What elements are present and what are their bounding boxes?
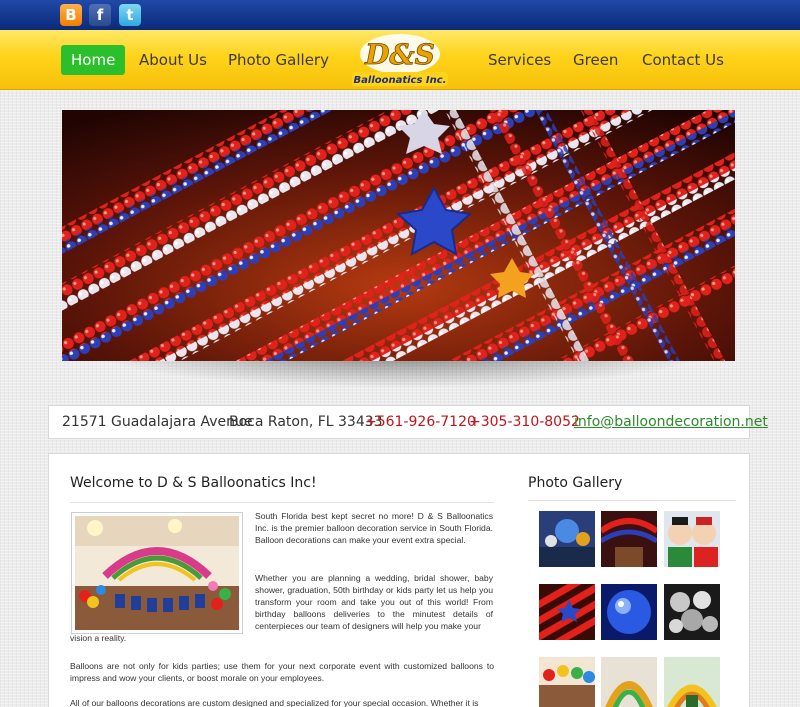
contact-info-bar: 21571 Guadalajara Avenue Boca Raton, FL … <box>48 405 768 439</box>
intro-paragraph: South Florida best kept secret no more! … <box>255 511 493 545</box>
site-logo[interactable]: D&S Balloonatics Inc. <box>350 32 450 88</box>
welcome-divider <box>70 502 494 503</box>
logo-mark: D&S <box>364 38 435 71</box>
twitter-icon[interactable]: t <box>119 4 141 26</box>
corporate-paragraph: Balloons are not only for kids parties; … <box>70 661 494 683</box>
custom-paragraph: All of our balloons decorations are cust… <box>70 698 479 707</box>
welcome-heading: Welcome to D & S Balloonatics Inc! <box>70 475 317 491</box>
nav-photo-gallery[interactable]: Photo Gallery <box>228 45 329 75</box>
gallery-thumb[interactable] <box>539 511 595 567</box>
phone-link-2[interactable]: +305-310-8052 <box>469 406 580 438</box>
nav-contact-us[interactable]: Contact Us <box>642 45 724 75</box>
top-social-bar: B f t <box>0 0 800 30</box>
nav-services[interactable]: Services <box>488 45 551 75</box>
gallery-thumb[interactable] <box>601 584 657 640</box>
gallery-thumb[interactable] <box>539 657 595 707</box>
city-address: Boca Raton, FL 33433 <box>229 414 383 430</box>
hero-banner-image <box>62 110 735 361</box>
gallery-divider <box>528 500 736 501</box>
email-link[interactable]: info@balloondecoration.net <box>574 406 768 438</box>
content-panel: Welcome to D & S Balloonatics Inc! South… <box>48 453 750 707</box>
venue-photo <box>71 512 243 634</box>
gallery-thumb[interactable] <box>601 511 657 567</box>
street-address: 21571 Guadalajara Avenue <box>62 414 253 430</box>
blogger-icon[interactable]: B <box>60 4 82 26</box>
planning-paragraph: Whether you are planning a wedding, brid… <box>255 573 493 631</box>
gallery-thumb[interactable] <box>664 584 720 640</box>
phone-link-1[interactable]: +561-926-7120 <box>365 406 476 438</box>
gallery-thumb[interactable] <box>539 584 595 640</box>
gallery-thumb[interactable] <box>664 657 720 707</box>
nav-green[interactable]: Green <box>573 45 618 75</box>
gallery-thumb[interactable] <box>601 657 657 707</box>
logo-name: Balloonatics Inc. <box>354 75 447 86</box>
facebook-icon[interactable]: f <box>89 4 111 26</box>
planning-paragraph-tail: vision a reality. <box>70 633 127 643</box>
nav-about-us[interactable]: About Us <box>139 45 207 75</box>
gallery-heading: Photo Gallery <box>528 475 623 491</box>
gallery-thumb[interactable] <box>664 511 720 567</box>
nav-home[interactable]: Home <box>61 45 126 75</box>
